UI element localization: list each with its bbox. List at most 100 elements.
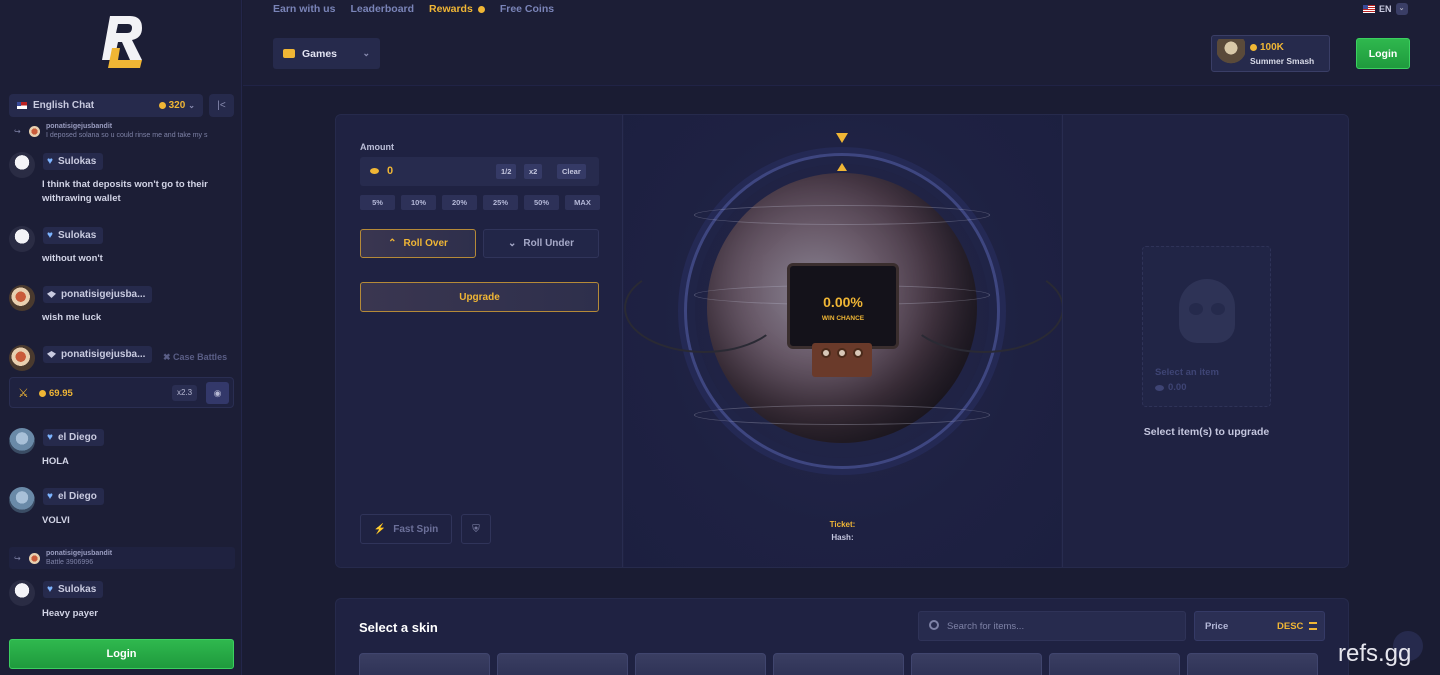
promo-banner[interactable]: 100K Summer Smash <box>1211 35 1330 72</box>
collapse-chat-button[interactable]: |< <box>209 94 234 117</box>
username-badge[interactable]: ♥ Sulokas <box>43 153 104 170</box>
percent-50-button[interactable]: 50% <box>524 195 559 210</box>
chat-room-name: English Chat <box>33 100 95 111</box>
reply-arrow-icon: ↪ <box>14 554 21 563</box>
battle-multiplier: x2.3 <box>172 385 198 401</box>
skin-search[interactable] <box>918 611 1186 641</box>
nav-rewards-label: Rewards <box>429 3 473 15</box>
percent-10-button[interactable]: 10% <box>401 195 436 210</box>
nav-leaderboard[interactable]: Leaderboard <box>350 3 414 15</box>
avatar[interactable] <box>9 487 35 513</box>
message-text: I think that deposits won't go to their … <box>42 179 208 204</box>
skin-card[interactable] <box>359 653 490 675</box>
chat-message: ♥ el Diego VOLVI <box>9 487 235 527</box>
roll-under-button[interactable]: ⌄ Roll Under <box>483 229 599 258</box>
avatar[interactable] <box>9 428 35 454</box>
username-badge[interactable]: ♥ Sulokas <box>43 227 104 244</box>
gem-icon <box>47 351 56 358</box>
avatar[interactable] <box>9 226 35 252</box>
percent-max-button[interactable]: MAX <box>565 195 600 210</box>
skin-card[interactable] <box>635 653 766 675</box>
provably-fair-shield-icon[interactable]: ⛨ <box>461 514 491 544</box>
amount-input[interactable]: 0 1/2 x2 Clear <box>360 157 599 186</box>
double-button[interactable]: x2 <box>524 164 543 179</box>
reply-preview[interactable]: ↪ ponatisigejusbandit Battle 3906996 <box>9 547 235 569</box>
skin-card[interactable] <box>773 653 904 675</box>
language-code: EN <box>1379 4 1392 14</box>
username-badge[interactable]: ♥ el Diego <box>43 429 104 446</box>
promo-name: Summer Smash <box>1250 56 1315 66</box>
games-dropdown[interactable]: Games ⌄ <box>273 38 380 69</box>
promo-image <box>1217 39 1245 69</box>
promo-value: 100K <box>1250 42 1284 53</box>
message-text: VOLVI <box>42 515 70 526</box>
chevron-down-icon: ⌄ <box>1395 3 1408 15</box>
sort-dropdown[interactable]: Price DESC <box>1194 611 1325 641</box>
bolt-icon <box>821 348 831 358</box>
fast-spin-toggle[interactable]: ⚡ Fast Spin <box>360 514 452 544</box>
username-badge[interactable]: ♥ el Diego <box>43 488 104 505</box>
chevron-down-icon: ⌄ <box>508 238 517 249</box>
site-logo[interactable] <box>96 12 148 68</box>
login-button[interactable]: Login <box>1356 38 1410 69</box>
skin-picker: Select a skin Price DESC <box>335 598 1349 675</box>
skin-card[interactable] <box>1049 653 1180 675</box>
avatar[interactable] <box>9 580 35 606</box>
battle-amount: 69.95 <box>39 388 73 399</box>
heart-icon: ♥ <box>47 491 53 502</box>
bolt-icon <box>837 348 847 358</box>
username-badge[interactable]: ♥ Sulokas <box>43 581 104 598</box>
avatar[interactable] <box>9 285 35 311</box>
username: Sulokas <box>57 156 97 167</box>
amount-value[interactable]: 0 <box>387 165 393 177</box>
us-flag-icon <box>17 102 27 109</box>
heart-icon: ♥ <box>47 432 53 443</box>
language-selector[interactable]: EN ⌄ <box>1363 3 1408 15</box>
username: ponatisigejusba... <box>61 349 146 360</box>
reply-username: ponatisigejusbandit <box>46 550 113 557</box>
username-badge[interactable]: ponatisigejusba... <box>43 346 153 363</box>
rewards-dot-icon <box>477 5 485 13</box>
search-input[interactable] <box>947 618 1177 635</box>
roll-over-button[interactable]: ⌃ Roll Over <box>360 229 476 258</box>
upgrade-button[interactable]: Upgrade <box>360 282 599 312</box>
username: el Diego <box>57 491 97 502</box>
percent-25-button[interactable]: 25% <box>483 195 518 210</box>
nav-earn-with-us[interactable]: Earn with us <box>273 3 335 15</box>
roll-under-label: Roll Under <box>523 238 574 249</box>
nav-rewards[interactable]: Rewards <box>429 3 485 15</box>
clear-button[interactable]: Clear <box>557 164 586 179</box>
message-text: without won't <box>42 253 103 264</box>
sidebar-login-button[interactable]: Login <box>9 639 234 669</box>
chat-message: ♥ Sulokas I think that deposits won't go … <box>9 152 235 212</box>
games-icon <box>283 49 295 58</box>
half-button[interactable]: 1/2 <box>496 164 517 179</box>
avatar[interactable] <box>9 345 35 371</box>
skin-card[interactable] <box>1187 653 1318 675</box>
reply-text: I deposed solana so u could rinse me and… <box>46 132 208 139</box>
chat-room-selector[interactable]: English Chat 320 ⌄ <box>9 94 203 117</box>
view-battle-eye-icon[interactable]: ◉ <box>206 382 229 404</box>
chevron-up-icon: ⌃ <box>388 238 397 249</box>
target-item-slot[interactable]: Select an item 0.00 <box>1142 246 1271 407</box>
heart-icon: ♥ <box>47 156 53 167</box>
chat-message: ♥ Sulokas Heavy payer <box>9 580 235 620</box>
percent-5-button[interactable]: 5% <box>360 195 395 210</box>
win-chance-label: WIN CHANCE <box>821 315 865 322</box>
skin-card[interactable] <box>497 653 628 675</box>
lightning-icon: ⚡ <box>373 523 387 535</box>
coin-icon <box>1155 384 1164 391</box>
percent-20-button[interactable]: 20% <box>442 195 477 210</box>
hash-label: Hash: <box>831 533 854 542</box>
pointer-arrow-icon <box>836 133 848 143</box>
battle-card[interactable]: ⚔ 69.95 x2.3 ◉ <box>9 377 234 408</box>
username-badge[interactable]: ponatisigejusba... <box>43 286 153 303</box>
nav-free-coins[interactable]: Free Coins <box>500 3 554 15</box>
reply-preview[interactable]: ↪ ponatisigejusbandit I deposed solana s… <box>9 120 235 142</box>
win-chance-display: 0.00% WIN CHANCE <box>787 263 899 349</box>
watermark: refs.gg <box>1338 640 1412 667</box>
avatar[interactable] <box>9 152 35 178</box>
case-battles-tag: ✖ Case Battles <box>163 352 228 362</box>
crossed-swords-icon: ⚔ <box>18 386 29 400</box>
skin-card[interactable] <box>911 653 1042 675</box>
